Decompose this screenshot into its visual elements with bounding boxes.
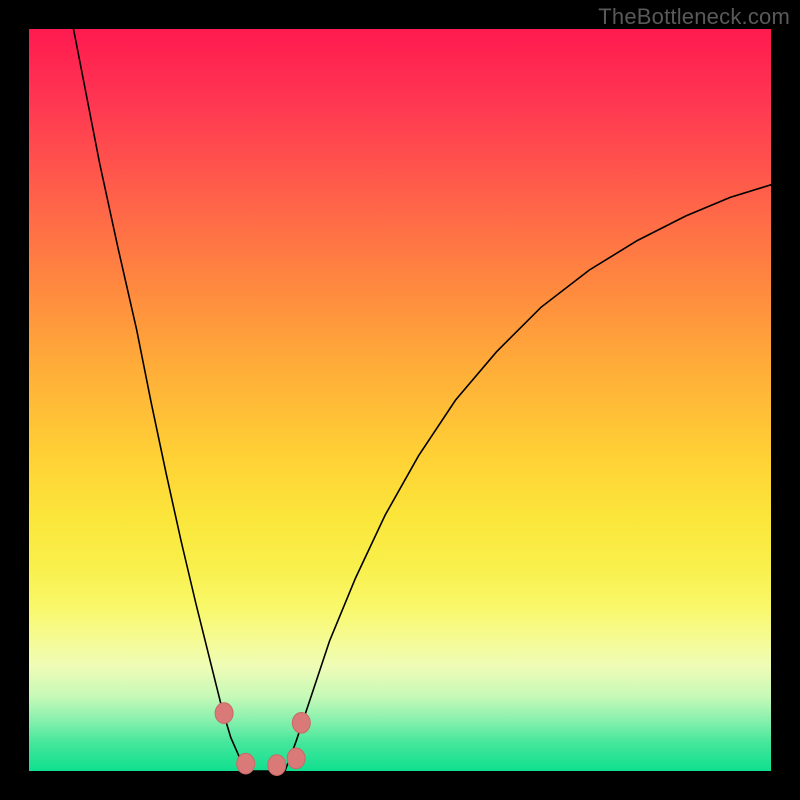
curve-marker bbox=[237, 753, 255, 774]
curve-marker bbox=[287, 748, 305, 769]
curve-marker bbox=[215, 703, 233, 724]
plot-svg bbox=[29, 29, 771, 771]
curve-marker bbox=[292, 712, 310, 733]
curve-marker bbox=[268, 755, 286, 776]
watermark-text: TheBottleneck.com bbox=[598, 4, 790, 30]
bottleneck-curve bbox=[74, 29, 772, 771]
gradient-plot-area bbox=[29, 29, 771, 771]
